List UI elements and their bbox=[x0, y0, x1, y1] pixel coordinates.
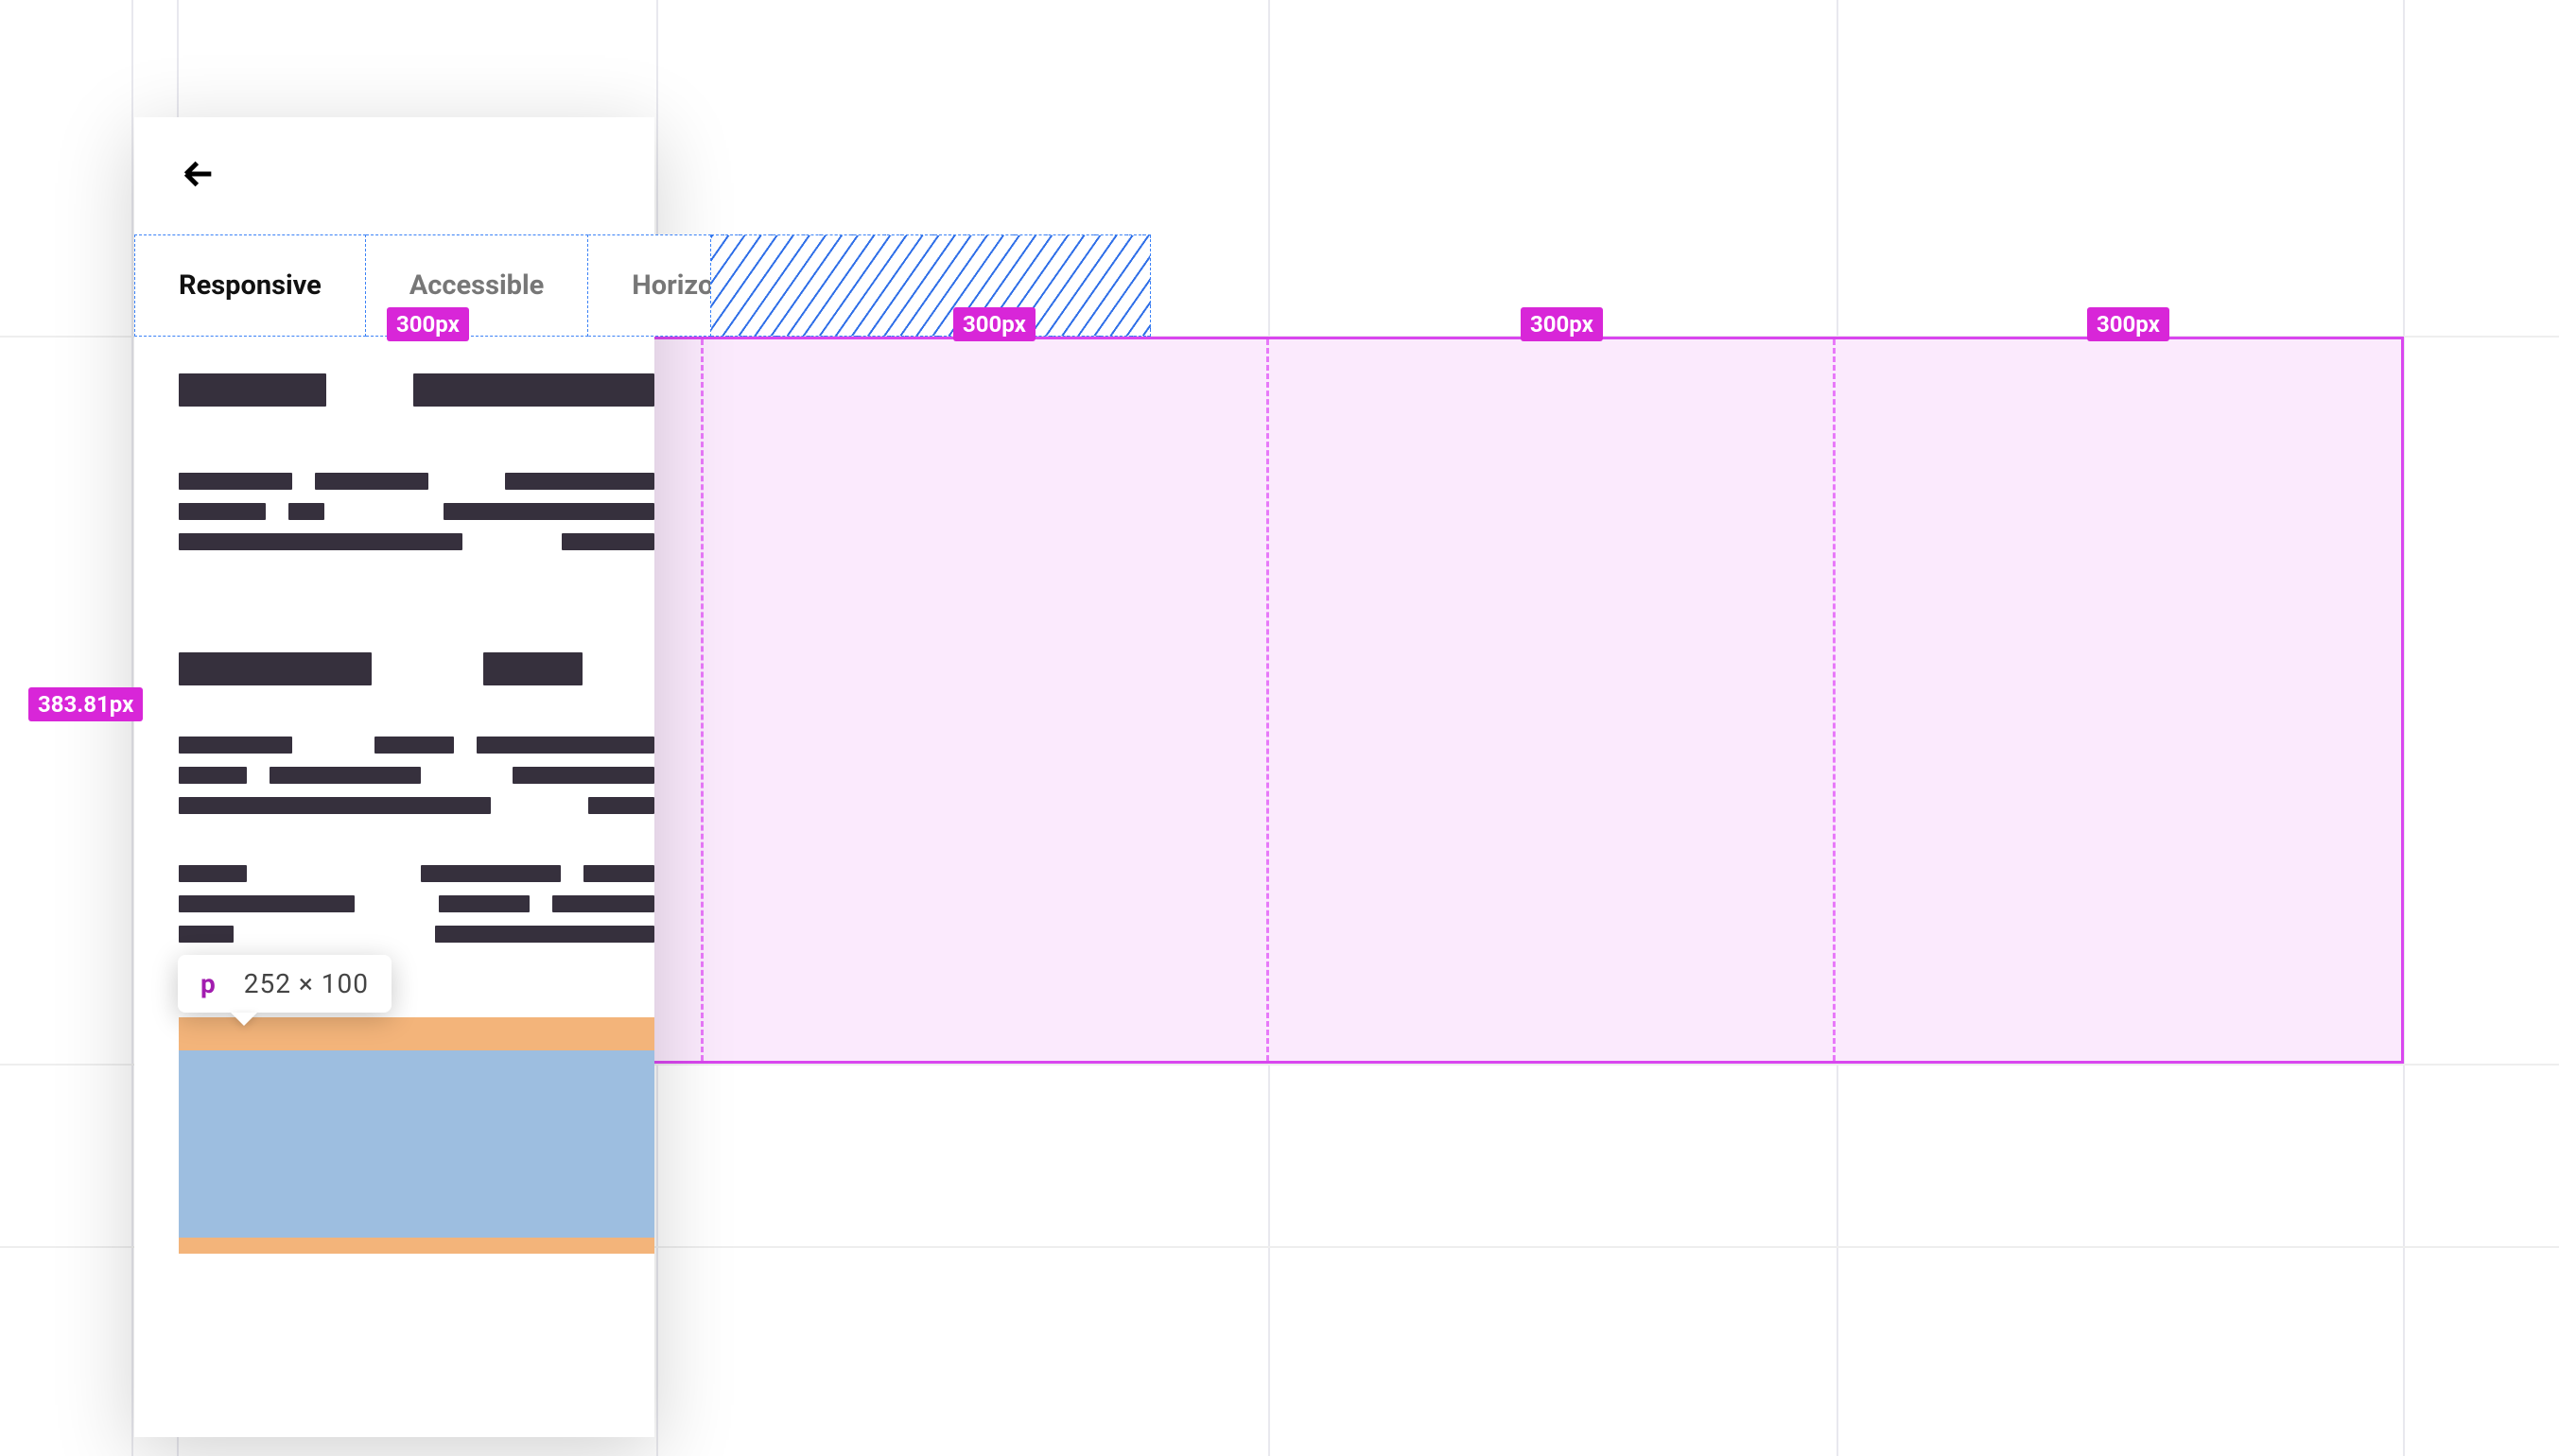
column-size-badge: 300px bbox=[387, 307, 469, 341]
box-model-content bbox=[179, 1050, 654, 1238]
row-height-badge: 383.81px bbox=[28, 687, 143, 721]
skeleton-content bbox=[179, 373, 654, 956]
grid-rule bbox=[131, 0, 133, 1456]
tab-horizontal[interactable]: Horizontal bbox=[588, 234, 711, 337]
grid-column bbox=[704, 339, 1270, 1061]
grid-column bbox=[1269, 339, 1836, 1061]
tabs-overflow-region bbox=[711, 234, 1151, 337]
box-model-margin bbox=[179, 1238, 654, 1254]
back-arrow-icon[interactable] bbox=[180, 155, 218, 197]
tab-responsive[interactable]: Responsive bbox=[134, 234, 366, 337]
inspect-tooltip-tag: p bbox=[200, 968, 216, 999]
inspect-tooltip-dimensions: 252 × 100 bbox=[244, 968, 369, 999]
column-size-badge: 300px bbox=[1521, 307, 1603, 341]
column-size-badge: 300px bbox=[953, 307, 1036, 341]
inspect-tooltip: p 252 × 100 bbox=[178, 955, 392, 1013]
column-size-badge: 300px bbox=[2087, 307, 2169, 341]
grid-column bbox=[1836, 339, 2402, 1061]
